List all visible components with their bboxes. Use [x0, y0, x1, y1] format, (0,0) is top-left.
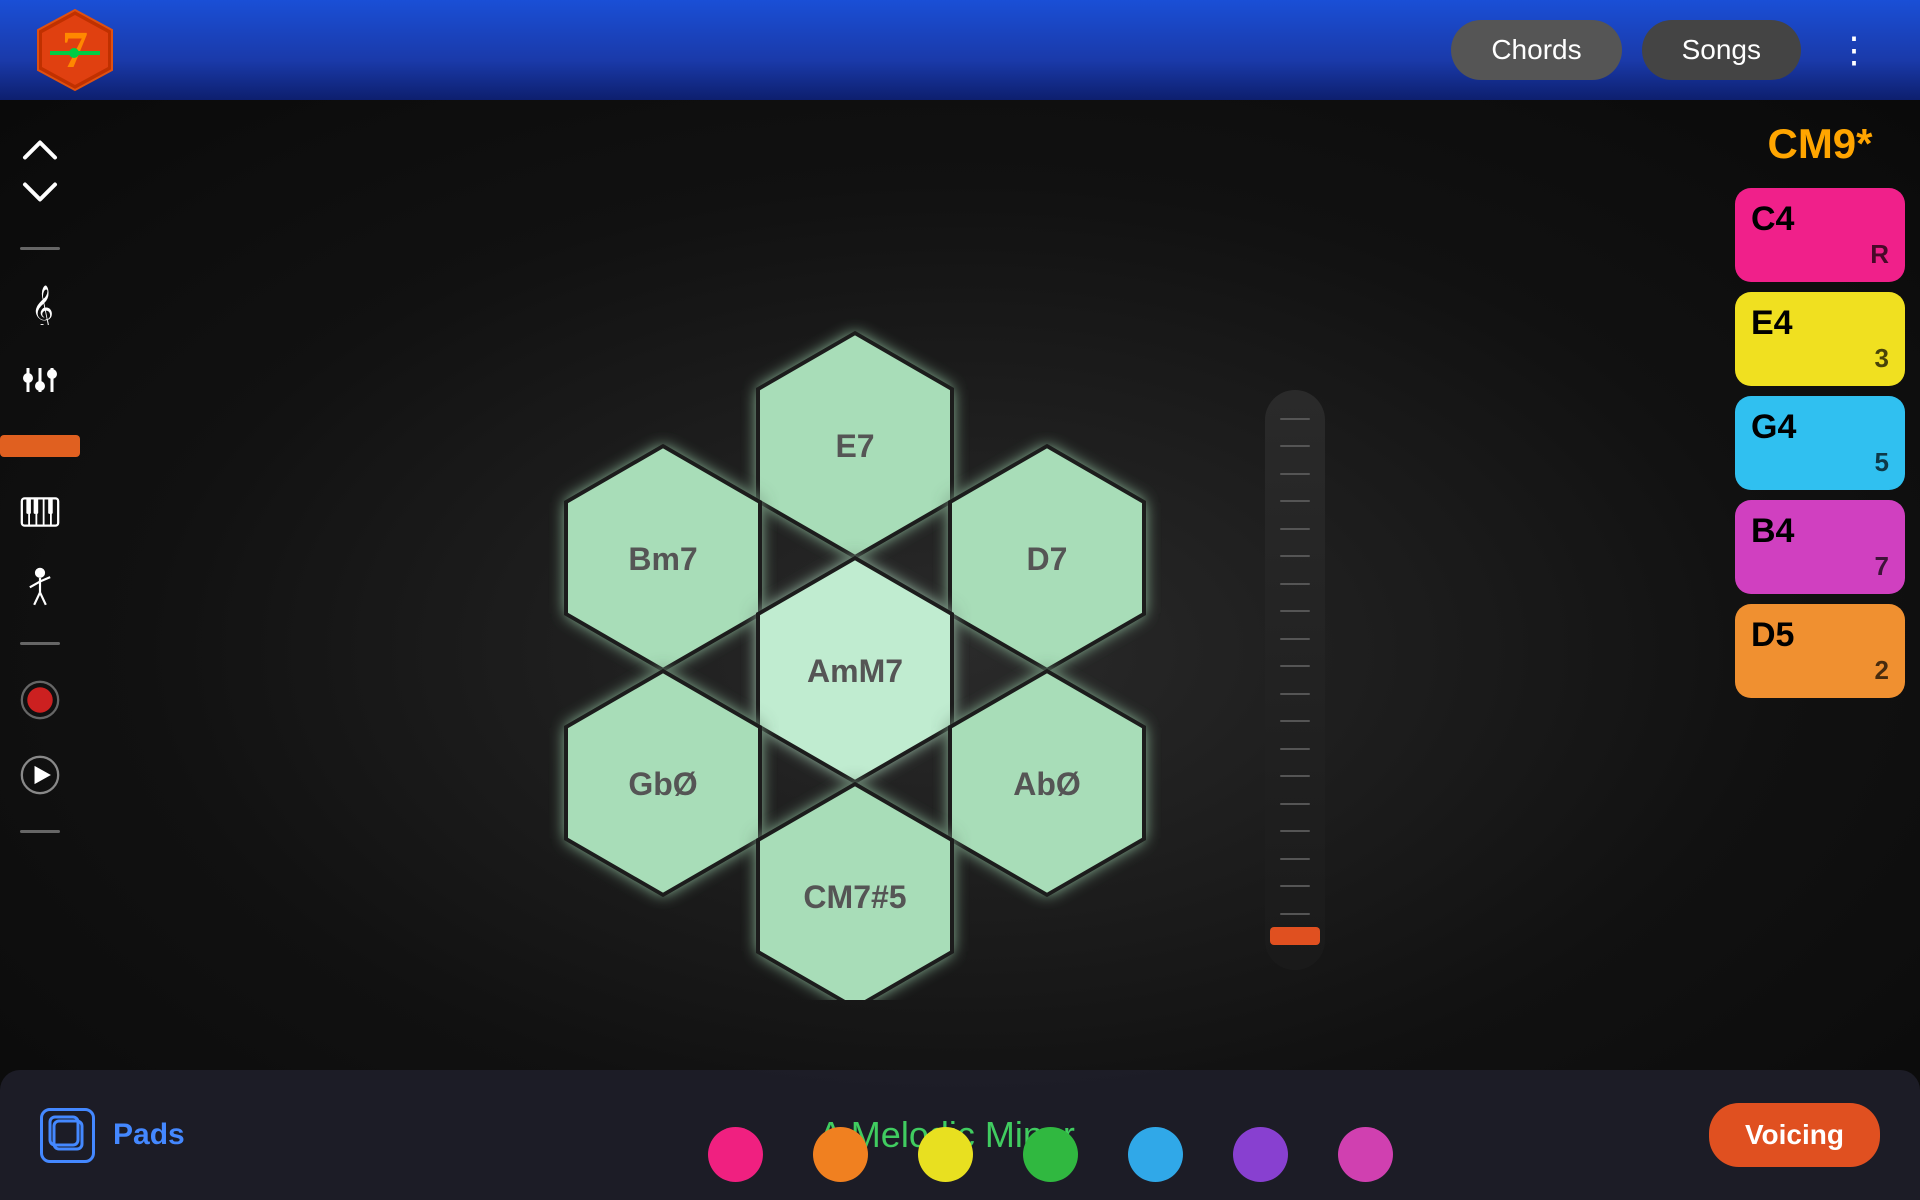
hex-amm7[interactable]: AmM7	[758, 558, 952, 782]
hex-d7[interactable]: D7	[950, 446, 1144, 670]
pads-icon	[40, 1108, 95, 1163]
hex-bm7[interactable]: Bm7	[566, 446, 760, 670]
conductor-icon[interactable]	[20, 567, 60, 607]
scroll-controls[interactable]	[20, 130, 60, 212]
svg-text:GbØ: GbØ	[628, 766, 697, 802]
chevron-down-icon[interactable]	[20, 172, 60, 212]
slider-handle[interactable]	[1270, 927, 1320, 945]
color-dot-orange[interactable]	[813, 1127, 868, 1182]
play-button[interactable]	[20, 755, 60, 795]
piano-icon[interactable]	[20, 492, 60, 532]
chord-note-d5[interactable]: D5 2	[1735, 604, 1905, 698]
chevron-up-icon[interactable]	[20, 130, 60, 170]
chord-note-e4[interactable]: E4 3	[1735, 292, 1905, 386]
svg-text:E7: E7	[835, 428, 874, 464]
divider-line-3	[20, 830, 60, 833]
svg-text:D7: D7	[1027, 541, 1068, 577]
current-chord-title: CM9*	[1735, 120, 1905, 168]
color-dot-yellow[interactable]	[918, 1127, 973, 1182]
svg-text:AbØ: AbØ	[1013, 766, 1081, 802]
color-dot-purple[interactable]	[1233, 1127, 1288, 1182]
note-name-d5: D5	[1751, 616, 1794, 655]
hex-e7[interactable]: E7	[758, 333, 952, 557]
color-dot-pink[interactable]	[708, 1127, 763, 1182]
clef-icon[interactable]: 𝄞	[20, 285, 60, 325]
hex-gbo[interactable]: GbØ	[566, 671, 760, 895]
note-name-c4: C4	[1751, 200, 1794, 239]
svg-text:𝄞: 𝄞	[31, 286, 53, 325]
volume-slider[interactable]	[1265, 390, 1325, 970]
chord-note-c4[interactable]: C4 R	[1735, 188, 1905, 282]
note-name-g4: G4	[1751, 408, 1796, 447]
right-chord-panel: CM9* C4 R E4 3 G4 5 B4 7 D5 2	[1720, 100, 1920, 1200]
center-area: E7 Bm7 D7 AmM7 GbØ	[80, 100, 1720, 1200]
note-role-b4: 7	[1875, 551, 1889, 582]
header-nav: Chords Songs ⋮	[1451, 20, 1890, 80]
hex-grid: E7 Bm7 D7 AmM7 GbØ	[475, 300, 1235, 1000]
note-role-g4: 5	[1875, 447, 1889, 478]
header: 7 Chords Songs ⋮	[0, 0, 1920, 100]
color-dot-cyan[interactable]	[1128, 1127, 1183, 1182]
active-mode-indicator	[0, 435, 80, 457]
note-name-e4: E4	[1751, 304, 1793, 343]
volume-slider-container	[1265, 390, 1325, 970]
note-role-d5: 2	[1875, 655, 1889, 686]
note-role-e4: 3	[1875, 343, 1889, 374]
hex-abo[interactable]: AbØ	[950, 671, 1144, 895]
chord-note-b4[interactable]: B4 7	[1735, 500, 1905, 594]
left-sidebar: 𝄞	[0, 100, 80, 1200]
app-logo[interactable]: 7	[30, 5, 120, 95]
svg-text:CM7#5: CM7#5	[803, 879, 906, 915]
divider-line-1	[20, 247, 60, 250]
note-role-c4: R	[1870, 239, 1889, 270]
divider-line-2	[20, 642, 60, 645]
more-menu-icon[interactable]: ⋮	[1821, 29, 1890, 71]
chord-note-g4[interactable]: G4 5	[1735, 396, 1905, 490]
mixer-icon[interactable]	[20, 360, 60, 400]
chords-nav-button[interactable]: Chords	[1451, 20, 1621, 80]
record-button[interactable]	[20, 680, 60, 720]
color-dot-green[interactable]	[1023, 1127, 1078, 1182]
hex-cm7s5[interactable]: CM7#5	[758, 784, 952, 1000]
songs-nav-button[interactable]: Songs	[1642, 20, 1801, 80]
pads-label: Pads	[113, 1118, 185, 1152]
pads-button-container[interactable]: Pads	[40, 1108, 185, 1163]
svg-text:Bm7: Bm7	[628, 541, 697, 577]
svg-text:AmM7: AmM7	[807, 653, 903, 689]
main-area: 𝄞	[0, 100, 1920, 1200]
note-name-b4: B4	[1751, 512, 1794, 551]
color-dot-magenta[interactable]	[1338, 1127, 1393, 1182]
color-dot-group	[220, 1127, 1880, 1182]
